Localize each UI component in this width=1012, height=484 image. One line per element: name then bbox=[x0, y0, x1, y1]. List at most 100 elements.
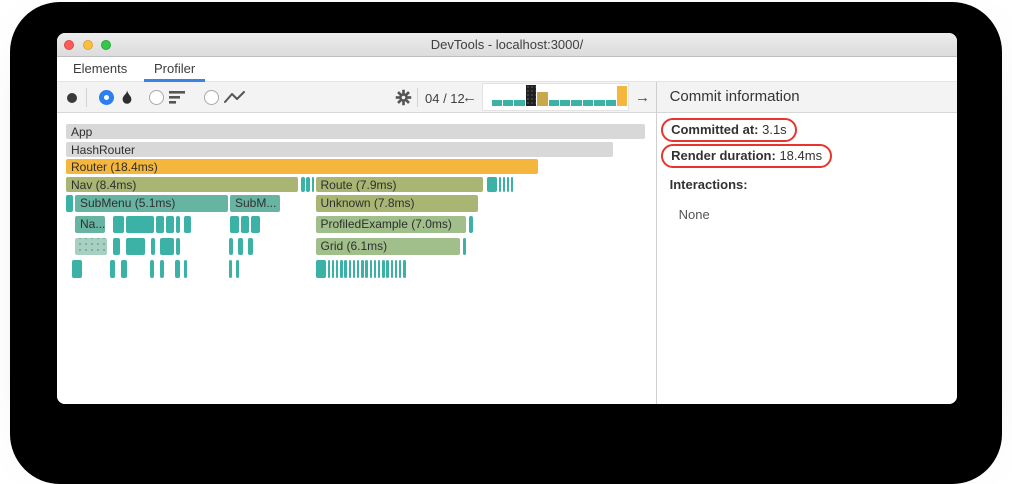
flame-bar-small[interactable] bbox=[235, 260, 239, 278]
commit-bar[interactable] bbox=[560, 99, 571, 106]
flame-bar-small[interactable] bbox=[506, 176, 509, 192]
flame-bar-small[interactable] bbox=[175, 260, 180, 278]
flame-bar-small[interactable] bbox=[386, 260, 389, 278]
flame-bar-small[interactable] bbox=[160, 238, 174, 255]
flame-bar-small[interactable] bbox=[306, 176, 310, 192]
flame-bar-small[interactable] bbox=[352, 260, 356, 278]
commit-bar[interactable] bbox=[616, 85, 628, 106]
flame-bar-small[interactable] bbox=[394, 260, 398, 278]
committed-at-line: Committed at: 3.1s bbox=[661, 118, 957, 142]
flame-bar-small[interactable] bbox=[469, 216, 473, 233]
flame-bar-small[interactable] bbox=[112, 238, 120, 255]
flame-bar-small[interactable] bbox=[382, 260, 385, 278]
next-commit-arrow-icon[interactable]: → bbox=[635, 89, 650, 106]
flame-bar-small[interactable] bbox=[165, 216, 174, 233]
flame-bar-small[interactable] bbox=[315, 260, 326, 278]
flame-bar-small[interactable] bbox=[377, 260, 381, 278]
flame-bar[interactable]: Na... bbox=[75, 216, 105, 233]
flame-bar-small[interactable] bbox=[228, 238, 233, 255]
flame-bar-small[interactable] bbox=[403, 260, 406, 278]
flame-bar-small[interactable] bbox=[398, 260, 402, 278]
flame-bar[interactable]: SubMenu (5.1ms) bbox=[75, 194, 228, 212]
commit-bar-selected[interactable] bbox=[525, 84, 537, 106]
gear-icon[interactable] bbox=[395, 89, 412, 111]
flame-bar[interactable]: HashRouter bbox=[66, 141, 613, 157]
interactions-view-radio[interactable] bbox=[204, 90, 219, 105]
flame-bar-small[interactable] bbox=[502, 176, 505, 192]
flame-bar-small[interactable] bbox=[155, 216, 164, 233]
flame-bar-small[interactable] bbox=[72, 260, 82, 278]
record-icon[interactable] bbox=[66, 92, 77, 103]
flame-bar-small[interactable] bbox=[184, 216, 191, 233]
flame-bar-small[interactable] bbox=[327, 260, 331, 278]
flame-bar-small[interactable] bbox=[125, 216, 154, 233]
flame-bar-label: SubMenu (5.1ms) bbox=[80, 195, 176, 210]
flame-bar-small[interactable] bbox=[238, 238, 243, 255]
minimize-button[interactable] bbox=[82, 40, 93, 50]
zoom-button[interactable] bbox=[101, 40, 111, 50]
flame-bar-small[interactable] bbox=[150, 260, 154, 278]
flame-bar[interactable]: SubM... bbox=[230, 194, 280, 212]
flame-bar[interactable]: App bbox=[66, 124, 645, 139]
flame-bar-small[interactable] bbox=[150, 238, 155, 255]
flame-bar-small[interactable] bbox=[160, 260, 164, 278]
prev-commit-arrow-icon[interactable]: ← bbox=[462, 89, 477, 106]
flame-bar-small[interactable] bbox=[175, 238, 180, 255]
flame-bar[interactable]: Unknown (7.8ms) bbox=[315, 194, 478, 212]
flame-bar-small[interactable] bbox=[175, 216, 180, 233]
commit-bar[interactable] bbox=[503, 99, 514, 106]
flame-bar-small[interactable] bbox=[300, 176, 305, 192]
flame-bar-small[interactable] bbox=[365, 260, 368, 278]
flame-bar-small[interactable] bbox=[340, 260, 343, 278]
flame-bar-small[interactable] bbox=[184, 260, 187, 278]
flame-bar-small[interactable] bbox=[75, 238, 107, 255]
tab-profiler[interactable]: Profiler bbox=[144, 57, 206, 82]
flame-bar-small[interactable] bbox=[331, 260, 335, 278]
flame-icon[interactable] bbox=[120, 90, 134, 111]
flame-bar-small[interactable] bbox=[228, 260, 232, 278]
commit-bar[interactable] bbox=[548, 99, 560, 106]
flame-bar-small[interactable] bbox=[373, 260, 377, 278]
flame-bar-small[interactable] bbox=[121, 260, 127, 278]
commit-bar[interactable] bbox=[491, 99, 503, 106]
flame-bar-small[interactable] bbox=[348, 260, 352, 278]
flame-bar-small[interactable] bbox=[125, 238, 145, 255]
flame-bar-small[interactable] bbox=[390, 260, 394, 278]
flame-bar[interactable]: Route (7.9ms) bbox=[315, 176, 483, 192]
flame-bar-small[interactable] bbox=[66, 194, 73, 212]
flame-bar-small[interactable] bbox=[361, 260, 364, 278]
commit-bar[interactable] bbox=[582, 99, 594, 106]
ranked-chart-icon[interactable] bbox=[169, 91, 187, 109]
commit-bar[interactable] bbox=[571, 99, 582, 106]
flame-bar-small[interactable] bbox=[248, 238, 253, 255]
flame-bar-small[interactable] bbox=[462, 238, 466, 255]
commit-selector-chart bbox=[481, 83, 630, 111]
flame-bar-small[interactable] bbox=[356, 260, 360, 278]
ranked-view-radio[interactable] bbox=[149, 90, 164, 105]
commit-bar[interactable] bbox=[514, 99, 525, 106]
flame-bar-small[interactable] bbox=[240, 216, 249, 233]
commit-bar[interactable] bbox=[605, 99, 616, 106]
commit-bar[interactable] bbox=[537, 91, 548, 106]
flame-bar-small[interactable] bbox=[486, 176, 497, 192]
close-button[interactable] bbox=[64, 40, 74, 50]
flame-bar-small[interactable] bbox=[335, 260, 339, 278]
flame-bar[interactable]: Nav (8.4ms) bbox=[66, 176, 298, 192]
flame-bar-small[interactable] bbox=[112, 216, 124, 233]
flame-bar[interactable]: ProfiledExample (7.0ms) bbox=[315, 216, 466, 233]
commit-bar[interactable] bbox=[594, 99, 605, 106]
flame-bar-small[interactable] bbox=[369, 260, 373, 278]
flame-bar-small[interactable] bbox=[230, 216, 239, 233]
flame-bar-small[interactable] bbox=[344, 260, 347, 278]
flame-bar-small[interactable] bbox=[110, 260, 115, 278]
flame-bar-small[interactable] bbox=[510, 176, 513, 192]
flame-bar[interactable]: Grid (6.1ms) bbox=[315, 238, 460, 255]
flamegraph-view-radio[interactable] bbox=[98, 90, 114, 105]
interactions-chart-icon[interactable] bbox=[224, 91, 245, 109]
flame-bar-small[interactable] bbox=[499, 176, 501, 192]
flame-bar[interactable]: Router (18.4ms) bbox=[66, 159, 538, 174]
flame-bar-small[interactable] bbox=[250, 216, 260, 233]
flame-bar-small[interactable] bbox=[311, 176, 314, 192]
tab-elements[interactable]: Elements bbox=[73, 57, 127, 82]
flame-bar-label: HashRouter bbox=[71, 142, 136, 157]
